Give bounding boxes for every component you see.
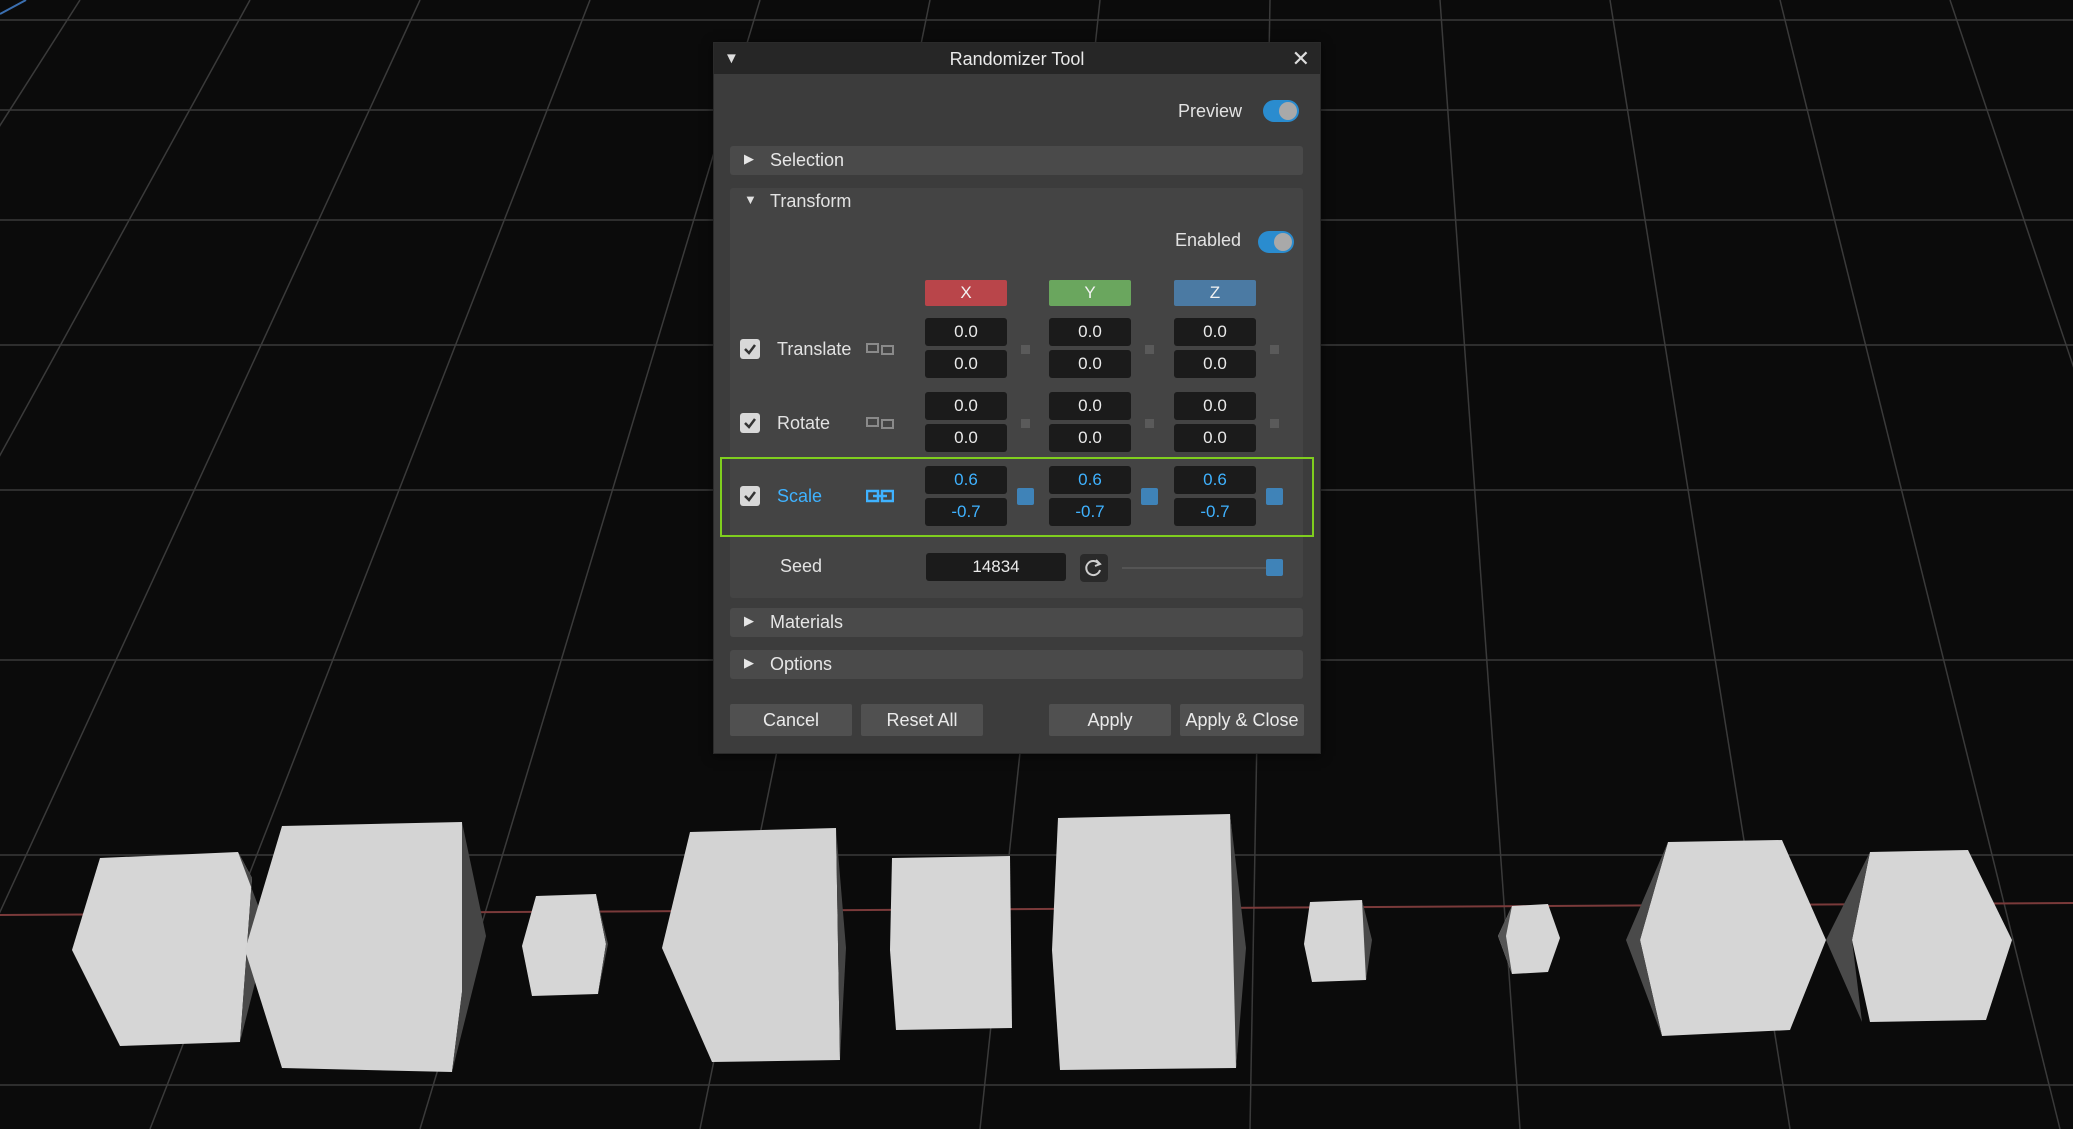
scale-z-min[interactable]: 0.6 (1174, 466, 1256, 494)
cancel-button[interactable]: Cancel (730, 704, 852, 736)
cube-4 (662, 828, 846, 1062)
rotate-y-lock[interactable] (1145, 419, 1154, 428)
translate-z-lock[interactable] (1270, 345, 1279, 354)
translate-checkbox[interactable] (740, 339, 760, 359)
expand-arrow-icon: ▶ (744, 613, 754, 628)
translate-z-min[interactable]: 0.0 (1174, 318, 1256, 346)
dialog-title: Randomizer Tool (949, 49, 1085, 69)
cube-3 (522, 894, 608, 996)
scale-x-lock[interactable] (1017, 488, 1034, 505)
rotate-x-lock[interactable] (1021, 419, 1030, 428)
cube-10 (1826, 850, 2012, 1022)
cube-2 (245, 822, 486, 1072)
cube-1 (72, 852, 268, 1046)
section-selection[interactable]: ▶ Selection (730, 146, 1303, 175)
section-materials-label: Materials (770, 612, 844, 632)
section-selection-label: Selection (770, 150, 845, 170)
axis-x-header: X (925, 280, 1007, 306)
translate-z-max[interactable]: 0.0 (1174, 350, 1256, 378)
refresh-icon (1085, 559, 1102, 577)
scale-y-max[interactable]: -0.7 (1049, 498, 1131, 526)
preview-toggle[interactable] (1263, 100, 1299, 122)
translate-y-max[interactable]: 0.0 (1049, 350, 1131, 378)
randomizer-dialog: ▼ Randomizer Tool ✕ Preview ▶ Selection … (713, 42, 1321, 754)
section-options-label: Options (770, 654, 833, 674)
rotate-checkbox[interactable] (740, 413, 760, 433)
translate-x-lock[interactable] (1021, 345, 1030, 354)
collapse-arrow-icon: ▼ (744, 192, 757, 207)
seed-slider-track[interactable] (1122, 567, 1274, 569)
rotate-x-max[interactable]: 0.0 (925, 424, 1007, 452)
translate-y-min[interactable]: 0.0 (1049, 318, 1131, 346)
scale-z-max[interactable]: -0.7 (1174, 498, 1256, 526)
rotate-y-min[interactable]: 0.0 (1049, 392, 1131, 420)
scale-x-max[interactable]: -0.7 (925, 498, 1007, 526)
cube-7 (1304, 900, 1372, 982)
rotate-z-max[interactable]: 0.0 (1174, 424, 1256, 452)
translate-x-min[interactable]: 0.0 (925, 318, 1007, 346)
scale-y-lock[interactable] (1141, 488, 1158, 505)
seed-label: Seed (780, 556, 823, 576)
translate-y-lock[interactable] (1145, 345, 1154, 354)
expand-arrow-icon: ▶ (744, 655, 754, 670)
expand-arrow-icon: ▶ (744, 151, 754, 166)
section-transform-label: Transform (770, 191, 852, 211)
unlink-icon[interactable] (866, 342, 894, 356)
scale-x-min[interactable]: 0.6 (925, 466, 1007, 494)
close-icon[interactable]: ✕ (1292, 46, 1310, 72)
y-axis-line (0, 0, 27, 15)
seed-input[interactable]: 14834 (926, 553, 1066, 581)
rotate-x-min[interactable]: 0.0 (925, 392, 1007, 420)
scale-label: Scale (777, 486, 823, 506)
seed-slider-handle[interactable] (1266, 559, 1283, 576)
apply-button[interactable]: Apply (1049, 704, 1171, 736)
rotate-y-max[interactable]: 0.0 (1049, 424, 1131, 452)
section-materials[interactable]: ▶ Materials (730, 608, 1303, 637)
cube-5 (890, 856, 1012, 1030)
section-transform-header[interactable]: ▼ Transform (730, 188, 1303, 218)
apply-close-button[interactable]: Apply & Close (1180, 704, 1304, 736)
preview-label: Preview (1178, 101, 1243, 121)
scale-y-min[interactable]: 0.6 (1049, 466, 1131, 494)
link-icon[interactable] (866, 489, 894, 503)
axis-y-header: Y (1049, 280, 1131, 306)
unlink-icon[interactable] (866, 416, 894, 430)
axis-z-header: Z (1174, 280, 1256, 306)
rotate-label: Rotate (777, 413, 831, 433)
translate-x-max[interactable]: 0.0 (925, 350, 1007, 378)
rotate-z-lock[interactable] (1270, 419, 1279, 428)
cube-9 (1626, 840, 1826, 1036)
cube-group[interactable] (72, 814, 2012, 1072)
translate-label: Translate (777, 339, 852, 359)
section-options[interactable]: ▶ Options (730, 650, 1303, 679)
cube-6 (1052, 814, 1246, 1070)
scale-z-lock[interactable] (1266, 488, 1283, 505)
refresh-seed-button[interactable] (1080, 554, 1108, 582)
reset-all-button[interactable]: Reset All (861, 704, 983, 736)
rotate-z-min[interactable]: 0.0 (1174, 392, 1256, 420)
cube-8 (1498, 904, 1560, 974)
enabled-toggle[interactable] (1258, 231, 1294, 253)
dialog-titlebar[interactable]: ▼ Randomizer Tool ✕ (714, 43, 1320, 74)
enabled-label: Enabled (1175, 230, 1242, 250)
scale-checkbox[interactable] (740, 486, 760, 506)
